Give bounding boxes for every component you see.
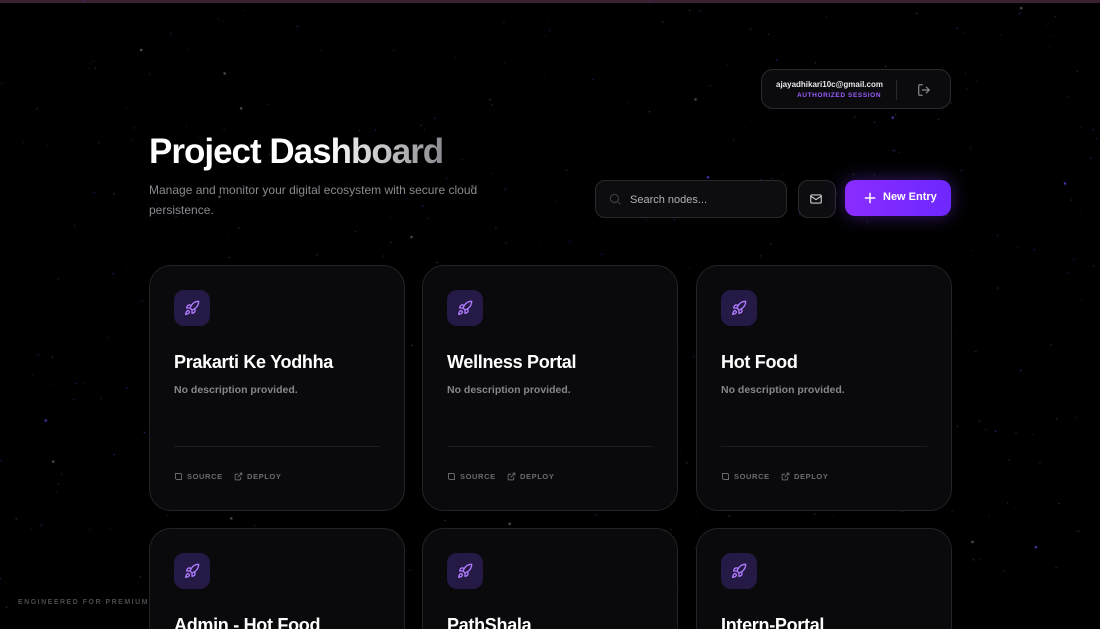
project-description: No description provided. (174, 384, 298, 396)
project-card[interactable]: Intern-Portal (696, 528, 952, 629)
project-card[interactable]: Hot Food No description provided. SOURCE… (696, 265, 952, 511)
deploy-label: DEPLOY (794, 471, 829, 481)
source-label: SOURCE (734, 471, 770, 481)
deploy-link[interactable]: DEPLOY (781, 470, 828, 482)
card-divider (174, 446, 380, 447)
project-card[interactable]: Admin - Hot Food (149, 528, 405, 629)
project-name: Intern-Portal (721, 615, 825, 629)
mail-icon (810, 194, 822, 204)
deploy-link[interactable]: DEPLOY (507, 470, 554, 482)
deploy-label: DEPLOY (247, 471, 282, 481)
rocket-icon (721, 553, 757, 589)
card-divider (447, 446, 653, 447)
project-name: PathShala (447, 615, 532, 629)
rocket-icon (447, 553, 483, 589)
card-divider (721, 446, 927, 447)
page-subtitle: Manage and monitor your digital ecosyste… (149, 183, 478, 217)
search-icon (608, 192, 622, 206)
plus-icon (864, 192, 876, 204)
project-description: No description provided. (721, 384, 845, 396)
search-box[interactable] (595, 180, 787, 219)
project-name: Hot Food (721, 352, 798, 372)
rocket-icon (174, 290, 210, 326)
project-card[interactable]: Wellness Portal No description provided.… (422, 265, 678, 511)
project-card[interactable]: Prakarti Ke Yodhha No description provid… (149, 265, 405, 511)
mail-button[interactable] (798, 180, 836, 218)
project-description: No description provided. (447, 384, 571, 396)
session-divider (896, 80, 897, 100)
external-link-icon (781, 472, 790, 480)
source-icon (175, 472, 182, 480)
source-link[interactable]: SOURCE (721, 470, 770, 482)
project-name: Admin - Hot Food (174, 615, 321, 629)
source-icon (448, 472, 455, 480)
deploy-link[interactable]: DEPLOY (234, 470, 281, 482)
new-entry-button[interactable]: New Entry (845, 180, 951, 216)
session-status: AUTHORIZED SESSION (797, 92, 882, 99)
project-card[interactable]: PathShala (422, 528, 678, 629)
external-link-icon (234, 472, 243, 480)
external-link-icon (507, 472, 516, 480)
source-link[interactable]: SOURCE (447, 470, 496, 482)
new-entry-label: New Entry (883, 191, 937, 203)
page-title: Project Dashboard (149, 132, 444, 171)
source-icon (722, 472, 729, 480)
rocket-icon (721, 290, 757, 326)
session-email: ajayadhikari10c@gmail.com (776, 80, 883, 89)
logout-icon[interactable] (917, 83, 931, 97)
project-name: Wellness Portal (447, 352, 577, 372)
rocket-icon (447, 290, 483, 326)
source-link[interactable]: SOURCE (174, 470, 223, 482)
search-input[interactable] (628, 181, 782, 219)
rocket-icon (174, 553, 210, 589)
session-panel: ajayadhikari10c@gmail.com AUTHORIZED SES… (761, 69, 951, 109)
deploy-label: DEPLOY (520, 471, 555, 481)
footer-tagline: ENGINEERED FOR PREMIUM (18, 599, 150, 606)
source-label: SOURCE (460, 471, 496, 481)
project-name: Prakarti Ke Yodhha (174, 352, 333, 372)
source-label: SOURCE (187, 471, 223, 481)
